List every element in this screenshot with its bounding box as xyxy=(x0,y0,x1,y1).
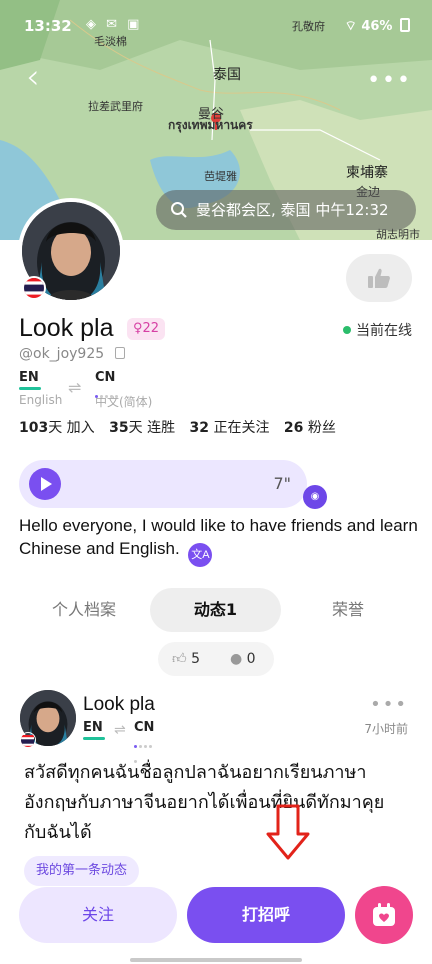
stat-streak: 35天 连胜 xyxy=(109,420,176,436)
stat-joined: 103天 加入 xyxy=(19,420,95,436)
tab-moments[interactable]: 动态1 xyxy=(150,588,281,632)
voice-intro-player[interactable]: 7" xyxy=(19,460,307,508)
profile-tabs: 个人档案 动态1 荣誉 xyxy=(19,588,413,632)
tab-profile[interactable]: 个人档案 xyxy=(19,588,149,632)
local-time: 中午12:32 xyxy=(315,201,389,219)
profile-name: Look pla xyxy=(19,314,114,342)
wifi-icon: ⌔ xyxy=(344,19,357,34)
profile-bio: Hello everyone, I would like to have fri… xyxy=(19,514,419,567)
translate-icon[interactable]: 文A xyxy=(188,543,213,567)
battery-icon xyxy=(400,18,410,32)
native-level-bar xyxy=(19,387,41,390)
profile-stats: 103天 加入 35天 连胜 32 正在关注 26 粉丝 xyxy=(19,417,346,437)
online-status: 当前在线 xyxy=(343,320,412,340)
comments-count[interactable]: ● 0 xyxy=(230,642,256,676)
thumbs-up-icon xyxy=(368,268,390,288)
moment-counts: 👍︎ 5 ● 0 xyxy=(158,642,274,676)
thumbs-up-icon: 👍︎ xyxy=(172,651,187,667)
notification-icons: ◈ ✉ ▣ xyxy=(86,17,143,32)
post-tag[interactable]: 我的第一条动态 xyxy=(24,856,140,886)
battery-level: 46% xyxy=(361,19,393,34)
post-native-code: EN xyxy=(83,720,103,735)
thailand-flag-icon xyxy=(20,732,36,748)
home-indicator xyxy=(130,958,302,962)
bio-text: Hello everyone, I would like to have fri… xyxy=(19,516,418,558)
thailand-flag-icon xyxy=(22,276,46,300)
more-options-icon[interactable]: ••• xyxy=(367,68,412,93)
post-text: สวัสดีทุกคนฉันชื่อลูกปลาฉันอยากเรียนภาษา… xyxy=(24,762,385,843)
red-arrow-annotation xyxy=(266,804,310,860)
copy-icon[interactable] xyxy=(114,347,125,359)
native-level-bar xyxy=(83,737,105,740)
gift-button[interactable] xyxy=(355,886,413,944)
location-pill[interactable]: 曼谷都会区, 泰国 中午12:32 xyxy=(156,190,416,230)
stat-following[interactable]: 32 正在关注 xyxy=(190,420,270,436)
stat-followers[interactable]: 26 粉丝 xyxy=(284,420,336,436)
age-value: 22 xyxy=(142,321,160,336)
location-text: 曼谷都会区, 泰国 xyxy=(196,201,311,219)
post-time: 7小时前 xyxy=(364,722,408,736)
username-text: @ok_joy925 xyxy=(19,346,105,362)
native-language: EN English xyxy=(19,370,62,407)
map-label-thailand: 泰国 xyxy=(213,67,241,83)
username: @ok_joy925 xyxy=(19,346,125,362)
post-learning-language: CN xyxy=(134,720,155,763)
say-hi-button[interactable]: 打招呼 xyxy=(187,887,345,943)
map-label-bangkok-thai: กรุงเทพมหานคร xyxy=(168,118,253,132)
online-dot-icon xyxy=(343,326,351,334)
post-learning-code: CN xyxy=(134,720,155,735)
calendar-heart-icon xyxy=(373,903,395,926)
follow-button[interactable]: 关注 xyxy=(19,887,177,943)
post-more-icon[interactable]: ••• xyxy=(370,694,408,715)
post-author-name[interactable]: Look pla xyxy=(83,694,155,716)
back-button[interactable]: ‹ xyxy=(26,60,60,96)
native-language-code: EN xyxy=(19,370,39,385)
learning-language-code: CN xyxy=(95,370,116,385)
like-profile-button[interactable] xyxy=(346,254,412,302)
search-icon xyxy=(171,202,187,218)
play-icon[interactable] xyxy=(29,468,61,500)
language-exchange-icon: ⇌ xyxy=(68,378,82,397)
gender-age-badge: ♀22 xyxy=(127,318,166,340)
likes-count[interactable]: 👍︎ 5 xyxy=(172,642,200,676)
voice-translate-icon[interactable]: ◉ xyxy=(303,485,327,509)
learning-level-dots xyxy=(95,387,120,402)
map-label-pattaya: 芭堤雅 xyxy=(204,170,237,183)
map-label-ratchaburi: 拉差武里府 xyxy=(88,100,143,113)
comment-icon: ● xyxy=(230,651,243,667)
voice-duration: 7" xyxy=(273,474,291,493)
language-exchange-icon: ⇌ xyxy=(114,722,126,738)
female-icon: ♀ xyxy=(133,321,143,336)
map-label-cambodia: 柬埔寨 xyxy=(346,165,388,181)
status-right: ⌔ 46% xyxy=(345,18,410,34)
native-language-name: English xyxy=(19,393,63,407)
status-bar: 13:32 ◈ ✉ ▣ ⌔ 46% xyxy=(0,0,432,52)
learning-language: CN 中文(简体) xyxy=(95,370,152,410)
tab-honors[interactable]: 荣誉 xyxy=(283,588,413,632)
status-time: 13:32 xyxy=(24,17,72,35)
post-native-language: EN xyxy=(83,720,105,740)
online-status-text: 当前在线 xyxy=(356,323,412,339)
